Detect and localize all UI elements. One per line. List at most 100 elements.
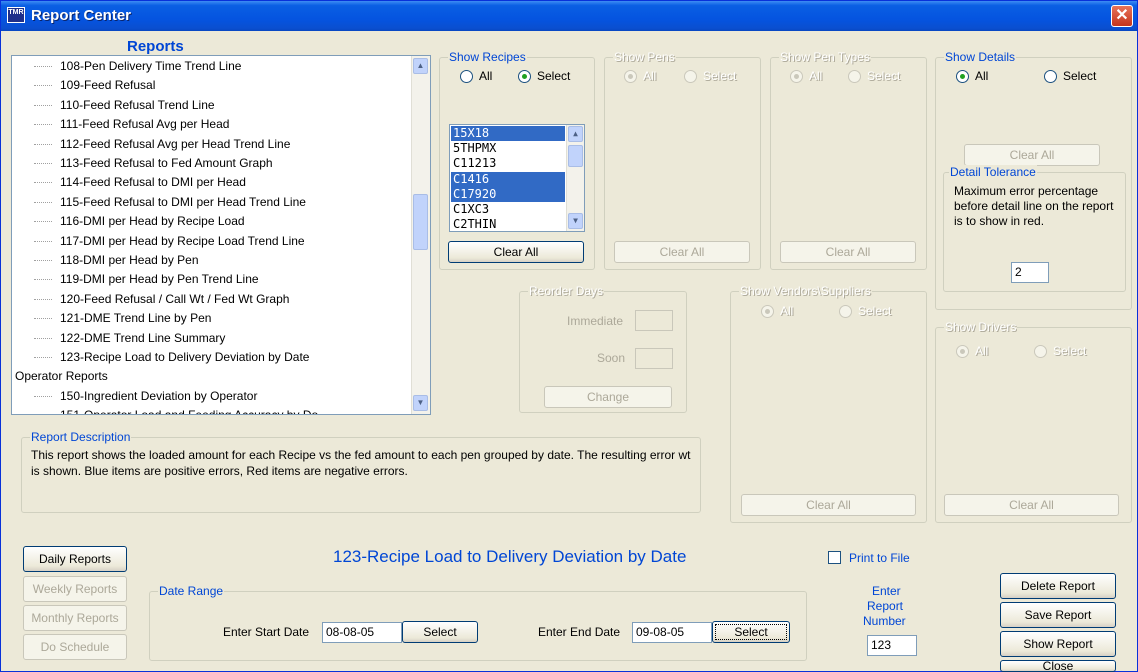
delete-report-button[interactable]: Delete Report <box>1000 573 1116 599</box>
tree-item-label: 120-Feed Refusal / Call Wt / Fed Wt Grap… <box>60 291 290 306</box>
tree-item[interactable]: 112-Feed Refusal Avg per Head Trend Line <box>34 135 291 154</box>
tree-item[interactable]: 114-Feed Refusal to DMI per Head <box>34 173 246 192</box>
radio-off-icon <box>460 69 473 83</box>
show-report-button[interactable]: Show Report <box>1000 631 1116 657</box>
vendors-all-radio[interactable]: All <box>761 304 793 318</box>
tree-item-label: 113-Feed Refusal to Fed Amount Graph <box>60 156 273 170</box>
recipe-list-item[interactable]: C11213 <box>451 156 565 171</box>
radio-on-icon <box>761 304 774 318</box>
tree-item[interactable]: 122-DME Trend Line Summary <box>34 329 225 348</box>
detail-tolerance-description: Maximum error percentage before detail l… <box>954 184 1114 228</box>
pen-types-all-radio[interactable]: All <box>790 69 822 83</box>
start-date-label: Enter Start Date <box>223 625 310 639</box>
end-date-select-button[interactable]: Select <box>712 621 790 643</box>
end-date-input[interactable]: 09-08-05 <box>632 622 712 643</box>
tree-item[interactable]: 151-Operator Load and Feeding Accuracy b… <box>40 406 318 414</box>
tree-item[interactable]: 150-Ingredient Deviation by Operator <box>34 387 257 406</box>
scroll-thumb[interactable] <box>568 145 583 167</box>
immediate-input[interactable] <box>635 310 673 331</box>
scroll-up-icon[interactable]: ▲ <box>413 58 428 74</box>
recipe-list-item[interactable]: C2THIN <box>451 217 565 231</box>
save-report-button[interactable]: Save Report <box>1000 602 1116 628</box>
tree-connector <box>34 66 52 67</box>
scroll-thumb[interactable] <box>413 194 428 250</box>
show-pen-types-title: Show Pen Types <box>779 50 871 64</box>
drivers-clear-all-button[interactable]: Clear All <box>944 494 1119 516</box>
recipe-list-item[interactable]: C1416 <box>451 171 565 187</box>
change-button[interactable]: Change <box>544 386 672 408</box>
report-center-window: TMR Report Center ✕ Reports 108-Pen Deli… <box>0 0 1138 672</box>
show-recipes-title: Show Recipes <box>448 50 527 64</box>
do-schedule-button[interactable]: Do Schedule <box>23 634 127 660</box>
recipe-list-item[interactable]: 15X18 <box>451 126 565 141</box>
tree-item[interactable]: 111-Feed Refusal Avg per Head <box>34 115 229 134</box>
tree-item-label: 108-Pen Delivery Time Trend Line <box>60 59 242 73</box>
tree-item[interactable]: 119-DMI per Head by Pen Trend Line <box>34 270 259 289</box>
tree-item-label: 115-Feed Refusal to DMI per Head Trend L… <box>60 194 306 209</box>
details-select-radio[interactable]: Select <box>1044 69 1096 83</box>
drivers-select-radio[interactable]: Select <box>1034 344 1086 358</box>
pens-all-radio[interactable]: All <box>624 69 656 83</box>
tree-item-label: 112-Feed Refusal Avg per Head Trend Line <box>60 136 291 151</box>
tree-item[interactable]: 110-Feed Refusal Trend Line <box>34 96 215 115</box>
tree-connector <box>34 279 52 281</box>
tree-item[interactable]: 123-Recipe Load to Delivery Deviation by… <box>34 348 309 367</box>
monthly-reports-button[interactable]: Monthly Reports <box>23 605 127 631</box>
tree-item[interactable]: 118-DMI per Head by Pen <box>34 251 199 270</box>
recipes-clear-all-button[interactable]: Clear All <box>448 241 584 263</box>
reports-tree[interactable]: 108-Pen Delivery Time Trend Line 109-Feed… <box>11 55 431 415</box>
radio-off-icon <box>848 69 861 83</box>
recipe-list-item[interactable]: C1XC3 <box>451 202 565 217</box>
recipes-select-radio[interactable]: Select <box>518 69 570 83</box>
drivers-all-radio[interactable]: All <box>956 344 988 358</box>
close-button[interactable]: Close <box>1000 660 1116 672</box>
details-clear-all-button[interactable]: Clear All <box>964 144 1100 166</box>
pen-types-clear-all-button[interactable]: Clear All <box>780 241 916 263</box>
recipe-scrollbar[interactable]: ▲ ▼ <box>566 125 584 231</box>
tree-item[interactable]: 108-Pen Delivery Time Trend Line <box>34 57 242 76</box>
scroll-down-icon[interactable]: ▼ <box>413 395 428 411</box>
vendors-select-radio[interactable]: Select <box>839 304 891 318</box>
pens-clear-all-button[interactable]: Clear All <box>614 241 750 263</box>
pen-types-select-radio[interactable]: Select <box>848 69 900 83</box>
weekly-reports-button[interactable]: Weekly Reports <box>23 576 127 602</box>
tree-item-label: 117-DMI per Head by Recipe Load Trend Li… <box>60 233 305 248</box>
tree-item[interactable]: Operator Reports <box>15 367 108 386</box>
recipe-list-item[interactable]: C17920 <box>451 186 565 202</box>
daily-reports-button[interactable]: Daily Reports <box>23 546 127 572</box>
vendors-clear-all-button[interactable]: Clear All <box>741 494 916 516</box>
tree-item[interactable]: 117-DMI per Head by Recipe Load Trend Li… <box>34 232 305 251</box>
tree-item[interactable]: 115-Feed Refusal to DMI per Head Trend L… <box>34 193 306 212</box>
recipe-list-item[interactable]: 5THPMX <box>451 141 565 156</box>
pen-types-select-label: Select <box>867 69 901 83</box>
tree-connector <box>34 124 52 126</box>
report-number-input[interactable]: 123 <box>867 635 917 656</box>
print-to-file-checkbox[interactable] <box>828 551 841 564</box>
tree-connector <box>34 104 52 106</box>
tree-connector <box>34 163 52 164</box>
close-window-button[interactable]: ✕ <box>1111 5 1133 27</box>
tree-item[interactable]: 121-DME Trend Line by Pen <box>34 309 211 328</box>
recipe-list[interactable]: 15X18 5THPMX C11213 C1416 C17920 C1XC3 C2THIN … <box>449 124 585 232</box>
show-pens-title: Show Pens <box>613 50 676 64</box>
tree-connector <box>34 221 52 223</box>
tree-item[interactable]: 113-Feed Refusal to Fed Amount Graph <box>34 154 273 173</box>
print-to-file-label: Print to File <box>849 551 910 565</box>
recipes-all-radio[interactable]: All <box>460 69 492 83</box>
report-number-label-1: Enter <box>872 584 901 598</box>
tree-item[interactable]: 120-Feed Refusal / Call Wt / Fed Wt Grap… <box>34 290 290 309</box>
title-bar[interactable]: TMR Report Center ✕ <box>1 1 1137 31</box>
tree-item[interactable]: 116-DMI per Head by Recipe Load <box>34 212 245 231</box>
pens-all-label: All <box>643 69 657 83</box>
scroll-up-icon[interactable]: ▲ <box>568 126 583 142</box>
reports-scrollbar[interactable]: ▲ ▼ <box>411 56 430 414</box>
soon-input[interactable] <box>635 348 673 369</box>
start-date-select-button[interactable]: Select <box>402 621 478 643</box>
pens-select-radio[interactable]: Select <box>684 69 736 83</box>
soon-label: Soon <box>597 351 626 365</box>
detail-tolerance-input[interactable]: 2 <box>1011 262 1049 283</box>
scroll-down-icon[interactable]: ▼ <box>568 213 583 229</box>
details-all-radio[interactable]: All <box>956 69 988 83</box>
tree-item[interactable]: 109-Feed Refusal <box>34 76 155 95</box>
start-date-input[interactable]: 08-08-05 <box>322 622 402 643</box>
